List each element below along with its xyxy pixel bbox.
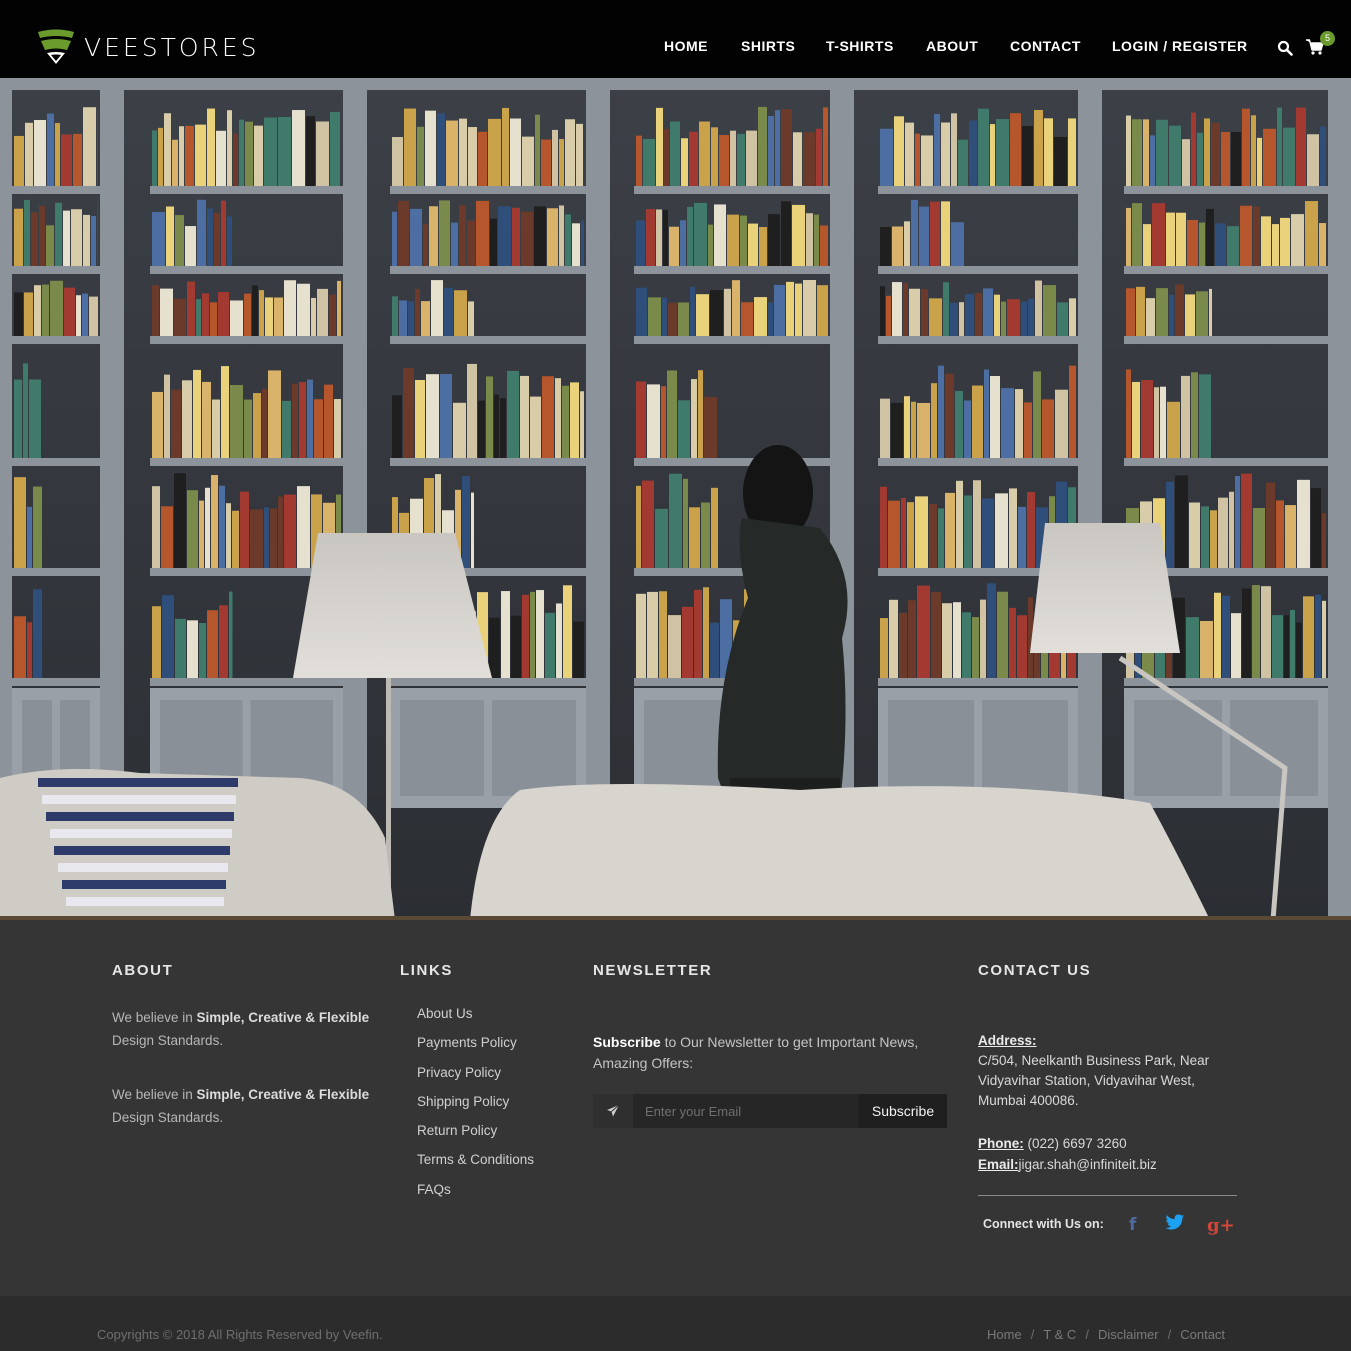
nav-home[interactable]: HOME bbox=[664, 38, 708, 54]
about-text-amp: & bbox=[301, 1087, 319, 1102]
phone-label: Phone: bbox=[978, 1136, 1024, 1151]
facebook-icon[interactable]: f bbox=[1129, 1215, 1136, 1235]
contact-divider bbox=[978, 1195, 1237, 1196]
address-label: Address: bbox=[978, 1033, 1037, 1048]
site-footer: ABOUT We believe in Simple, Creative & F… bbox=[0, 920, 1351, 1296]
address-line: C/504, Neelkanth Business Park, Near bbox=[978, 1053, 1210, 1068]
email-value[interactable]: jigar.shah@infiniteit.biz bbox=[1019, 1157, 1157, 1172]
about-text-bold-2: Flexible bbox=[318, 1010, 370, 1025]
link-separator: / bbox=[1030, 1327, 1035, 1342]
contact-phone: Phone: (022) 6697 3260 bbox=[978, 1134, 1240, 1154]
about-text-post: Design Standards. bbox=[112, 1110, 224, 1125]
hero-photo bbox=[0, 78, 1351, 920]
cart-count-badge: 5 bbox=[1320, 31, 1335, 46]
about-text-pre: We believe in bbox=[112, 1010, 197, 1025]
address-line: Mumbai 400086. bbox=[978, 1093, 1079, 1108]
about-heading: ABOUT bbox=[112, 962, 174, 979]
contact-address: Address: C/504, Neelkanth Business Park,… bbox=[978, 1031, 1240, 1111]
nav-shirts[interactable]: SHIRTS bbox=[741, 38, 795, 54]
newsletter-description: Subscribe to Our Newsletter to get Impor… bbox=[593, 1032, 943, 1074]
newsletter-form: Subscribe bbox=[593, 1094, 947, 1128]
subscribe-button[interactable]: Subscribe bbox=[859, 1094, 947, 1128]
footer-link-faqs[interactable]: FAQs bbox=[417, 1182, 534, 1211]
footer-link-payments-policy[interactable]: Payments Policy bbox=[417, 1035, 534, 1064]
contact-heading: CONTACT US bbox=[978, 962, 1092, 979]
links-heading: LINKS bbox=[400, 962, 453, 979]
newsletter-heading: NEWSLETTER bbox=[593, 962, 713, 979]
hero-image bbox=[0, 78, 1351, 920]
nav-login-register[interactable]: LOGIN / REGISTER bbox=[1112, 38, 1248, 54]
about-paragraph-2: We believe in Simple, Creative & Flexibl… bbox=[112, 1083, 382, 1129]
site-header: VEESTORES HOME SHIRTS T-SHIRTS ABOUT CON… bbox=[0, 0, 1351, 78]
sofa bbox=[0, 769, 1210, 920]
footer-link-terms-conditions[interactable]: Terms & Conditions bbox=[417, 1152, 534, 1181]
connect-label: Connect with Us on: bbox=[983, 1217, 1104, 1231]
nav-contact[interactable]: CONTACT bbox=[1010, 38, 1081, 54]
about-paragraph-1: We believe in Simple, Creative & Flexibl… bbox=[112, 1006, 382, 1052]
footer-links-list: About Us Payments Policy Privacy Policy … bbox=[417, 1006, 534, 1211]
about-text-bold-1: Simple, Creative bbox=[196, 1087, 302, 1102]
link-separator: / bbox=[1167, 1327, 1172, 1342]
google-plus-icon[interactable]: g+ bbox=[1207, 1215, 1235, 1236]
about-text-pre: We believe in bbox=[112, 1087, 197, 1102]
copyright-text: Copyrights © 2018 All Rights Reserved by… bbox=[97, 1327, 383, 1342]
bottom-link-home[interactable]: Home bbox=[987, 1327, 1022, 1342]
about-text-post: Design Standards. bbox=[112, 1033, 224, 1048]
nav-t-shirts[interactable]: T-SHIRTS bbox=[826, 38, 894, 54]
twitter-icon[interactable] bbox=[1165, 1214, 1185, 1231]
email-label: Email: bbox=[978, 1157, 1019, 1172]
brand-logo-icon bbox=[38, 29, 74, 64]
newsletter-email-input[interactable] bbox=[633, 1094, 859, 1128]
bottom-bar: Copyrights © 2018 All Rights Reserved by… bbox=[0, 1296, 1351, 1351]
bottom-link-contact[interactable]: Contact bbox=[1180, 1327, 1225, 1342]
about-text-bold-1: Simple, Creative bbox=[196, 1010, 302, 1025]
address-line: Vidyavihar Station, Vidyavihar West, bbox=[978, 1073, 1195, 1088]
about-text-bold-2: Flexible bbox=[318, 1087, 370, 1102]
newsletter-subscribe-bold: Subscribe bbox=[593, 1034, 661, 1050]
bottom-link-tc[interactable]: T & C bbox=[1043, 1327, 1076, 1342]
footer-link-shipping-policy[interactable]: Shipping Policy bbox=[417, 1094, 534, 1123]
footer-link-privacy-policy[interactable]: Privacy Policy bbox=[417, 1065, 534, 1094]
phone-value[interactable]: (022) 6697 3260 bbox=[1028, 1136, 1127, 1151]
about-text-amp: & bbox=[301, 1010, 319, 1025]
search-icon[interactable] bbox=[1277, 40, 1293, 56]
footer-link-about-us[interactable]: About Us bbox=[417, 1006, 534, 1035]
nav-about[interactable]: ABOUT bbox=[926, 38, 978, 54]
brand-name: VEESTORES bbox=[84, 32, 260, 62]
bottom-link-disclaimer[interactable]: Disclaimer bbox=[1098, 1327, 1159, 1342]
bottom-links: Home / T & C / Disclaimer / Contact bbox=[987, 1327, 1225, 1342]
brand-logo[interactable]: VEESTORES bbox=[36, 28, 260, 66]
contact-email: Email:jigar.shah@infiniteit.biz bbox=[978, 1155, 1240, 1175]
footer-link-return-policy[interactable]: Return Policy bbox=[417, 1123, 534, 1152]
paper-plane-icon bbox=[593, 1094, 633, 1128]
link-separator: / bbox=[1085, 1327, 1089, 1342]
